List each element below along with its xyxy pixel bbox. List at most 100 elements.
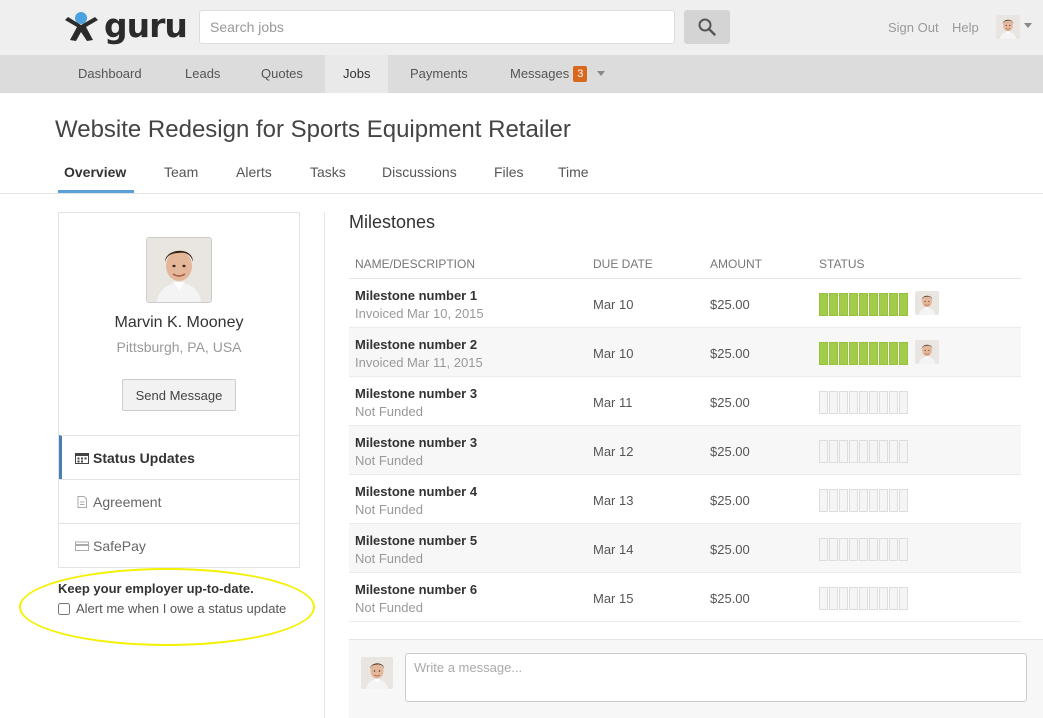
sidebar-item-status-updates[interactable]: Status Updates (59, 435, 299, 479)
tab-files[interactable]: Files (494, 164, 524, 180)
milestone-amount: $25.00 (710, 297, 750, 312)
column-header-due-date: DUE DATE (593, 257, 653, 271)
table-row[interactable]: Milestone number 3 Not Funded Mar 11 $25.00 (349, 377, 1021, 426)
progress-segment (869, 489, 878, 512)
nav-messages[interactable]: Messages 3 (492, 55, 623, 93)
progress-segment (829, 489, 838, 512)
table-row[interactable]: Milestone number 3 Not Funded Mar 12 $25.00 (349, 426, 1021, 475)
progress-segment (829, 440, 838, 463)
milestone-status-text: Not Funded (355, 551, 423, 566)
milestone-amount: $25.00 (710, 346, 750, 361)
milestone-name[interactable]: Milestone number 3 (355, 435, 477, 450)
milestone-progress-bar (819, 587, 909, 610)
progress-segment (829, 342, 838, 365)
message-input[interactable] (405, 653, 1027, 702)
guru-logo[interactable]: guru (62, 6, 188, 45)
progress-segment (899, 538, 908, 561)
progress-segment (829, 538, 838, 561)
milestone-progress-bar (819, 293, 909, 316)
progress-segment (829, 391, 838, 414)
tab-discussions[interactable]: Discussions (382, 164, 457, 180)
progress-segment (859, 293, 868, 316)
progress-segment (849, 342, 858, 365)
user-avatar[interactable] (996, 15, 1020, 39)
progress-segment (899, 489, 908, 512)
milestone-due-date: Mar 10 (593, 346, 634, 361)
progress-segment (879, 440, 888, 463)
progress-segment (879, 538, 888, 561)
help-link[interactable]: Help (952, 20, 979, 35)
nav-dashboard[interactable]: Dashboard (60, 55, 160, 93)
progress-segment (839, 538, 848, 561)
progress-segment (849, 293, 858, 316)
nav-jobs[interactable]: Jobs (325, 55, 389, 93)
progress-segment (889, 440, 898, 463)
sidebar-item-agreement[interactable]: Agreement (59, 479, 299, 523)
composer-avatar (361, 657, 393, 689)
progress-segment (839, 391, 848, 414)
milestone-name[interactable]: Milestone number 2 (355, 337, 477, 352)
progress-segment (819, 538, 828, 561)
tab-tasks[interactable]: Tasks (310, 164, 346, 180)
progress-segment (899, 587, 908, 610)
progress-segment (849, 440, 858, 463)
nav-leads[interactable]: Leads (167, 55, 238, 93)
table-row[interactable]: Milestone number 1 Invoiced Mar 10, 2015 M… (349, 279, 1021, 328)
search-button[interactable] (684, 10, 730, 44)
milestone-amount: $25.00 (710, 493, 750, 508)
messages-count-badge: 3 (573, 66, 588, 82)
milestone-status-text: Not Funded (355, 502, 423, 517)
milestone-rows: Milestone number 1 Invoiced Mar 10, 2015 M… (349, 279, 1021, 622)
progress-segment (869, 587, 878, 610)
tab-team[interactable]: Team (164, 164, 198, 180)
table-row[interactable]: Milestone number 2 Invoiced Mar 11, 2015 M… (349, 328, 1021, 377)
person-logo-icon (65, 12, 98, 41)
nav-quotes[interactable]: Quotes (243, 55, 321, 93)
sidebar-item-safepay[interactable]: SafePay (59, 523, 299, 567)
progress-segment (869, 342, 878, 365)
tab-overview[interactable]: Overview (64, 164, 126, 180)
tab-alerts[interactable]: Alerts (236, 164, 272, 180)
progress-segment (859, 538, 868, 561)
progress-segment (869, 440, 878, 463)
tab-time[interactable]: Time (558, 164, 589, 180)
milestone-name[interactable]: Milestone number 1 (355, 288, 477, 303)
milestone-name[interactable]: Milestone number 5 (355, 533, 477, 548)
progress-segment (839, 440, 848, 463)
status-alert-option[interactable]: Alert me when I owe a status update (58, 601, 286, 616)
sign-out-link[interactable]: Sign Out (888, 20, 939, 35)
progress-segment (899, 342, 908, 365)
send-message-button[interactable]: Send Message (122, 379, 236, 411)
table-row[interactable]: Milestone number 6 Not Funded Mar 15 $25.00 (349, 573, 1021, 622)
table-row[interactable]: Milestone number 5 Not Funded Mar 14 $25.00 (349, 524, 1021, 573)
table-row[interactable]: Milestone number 4 Not Funded Mar 13 $25.00 (349, 475, 1021, 524)
active-tab-indicator (58, 190, 134, 193)
progress-segment (889, 538, 898, 561)
milestone-name[interactable]: Milestone number 4 (355, 484, 477, 499)
brand-name: guru (104, 6, 188, 45)
progress-segment (879, 293, 888, 316)
milestone-name[interactable]: Milestone number 3 (355, 386, 477, 401)
progress-segment (819, 489, 828, 512)
chevron-down-icon[interactable] (597, 71, 606, 76)
progress-segment (859, 391, 868, 414)
progress-segment (859, 440, 868, 463)
milestone-status-text: Invoiced Mar 11, 2015 (355, 355, 483, 370)
document-icon (77, 495, 87, 508)
chevron-down-icon[interactable] (1024, 23, 1032, 28)
milestone-due-date: Mar 11 (593, 395, 633, 410)
progress-segment (849, 391, 858, 414)
status-alert-checkbox[interactable] (58, 602, 70, 615)
progress-segment (899, 440, 908, 463)
progress-segment (889, 587, 898, 610)
progress-segment (849, 489, 858, 512)
profile-location: Pittsburgh, PA, USA (116, 339, 242, 355)
search-input[interactable] (199, 10, 675, 44)
nav-payments[interactable]: Payments (392, 55, 486, 93)
milestone-amount: $25.00 (710, 591, 750, 606)
progress-segment (859, 342, 868, 365)
progress-segment (889, 489, 898, 512)
progress-segment (899, 391, 908, 414)
milestone-due-date: Mar 10 (593, 297, 634, 312)
milestone-name[interactable]: Milestone number 6 (355, 582, 477, 597)
